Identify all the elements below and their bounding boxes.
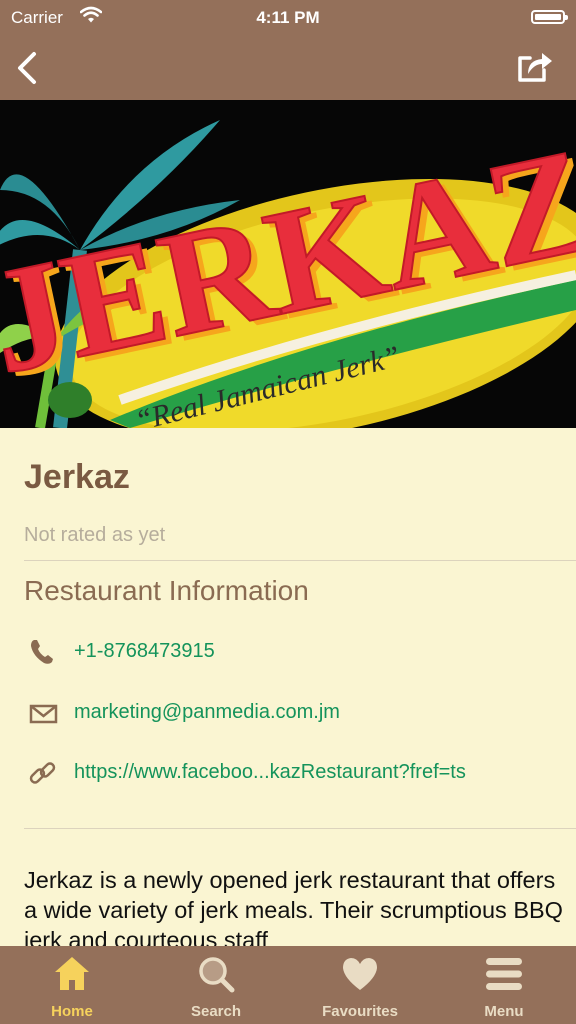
jerkaz-logo: JERKAZ JERKAZ “Real Jamaican Jerk” [0, 116, 576, 428]
tab-favourites[interactable]: Favourites [288, 946, 432, 1024]
restaurant-details: Jerkaz Not rated as yet Restaurant Infor… [0, 428, 576, 946]
website-link[interactable]: https://www.faceboo...kazRestaurant?fref… [74, 761, 466, 784]
share-icon[interactable] [514, 46, 556, 88]
tab-home-label: Home [51, 1003, 93, 1020]
nav-bar [0, 36, 576, 100]
tab-bar: Home Search Favourites Menu [0, 946, 576, 1024]
rating-text: Not rated as yet [24, 524, 166, 546]
status-time: 4:11 PM [256, 8, 320, 27]
tab-search[interactable]: Search [144, 946, 288, 1024]
restaurant-description: Jerkaz is a newly opened jerk restaurant… [24, 867, 563, 946]
menu-icon [486, 958, 522, 990]
section-title: Restaurant Information [24, 575, 309, 606]
tab-menu-label: Menu [484, 1003, 524, 1020]
home-icon [55, 957, 89, 990]
email-link[interactable]: marketing@panmedia.com.jm [74, 701, 340, 724]
battery-icon [531, 10, 568, 24]
heart-icon [343, 958, 377, 990]
chevron-left-icon[interactable] [10, 48, 50, 88]
status-bar: Carrier 4:11 PM [0, 0, 576, 36]
divider [24, 828, 576, 829]
tab-search-label: Search [190, 1003, 242, 1020]
phone-row[interactable]: +1-8768473915 [24, 634, 566, 670]
tab-home[interactable]: Home [0, 946, 144, 1024]
tab-favourites-label: Favourites [322, 1003, 398, 1020]
tab-menu[interactable]: Menu [432, 946, 576, 1024]
website-row[interactable]: https://www.faceboo...kazRestaurant?fref… [24, 755, 566, 791]
mail-icon [29, 704, 58, 724]
email-row[interactable]: marketing@panmedia.com.jm [24, 695, 566, 731]
link-icon [29, 762, 56, 784]
restaurant-name: Jerkaz [24, 458, 130, 496]
divider [24, 560, 576, 561]
restaurant-hero-image: JERKAZ JERKAZ “Real Jamaican Jerk” [0, 100, 576, 428]
search-icon [199, 957, 235, 993]
phone-icon [31, 640, 53, 664]
phone-link[interactable]: +1-8768473915 [74, 640, 215, 663]
